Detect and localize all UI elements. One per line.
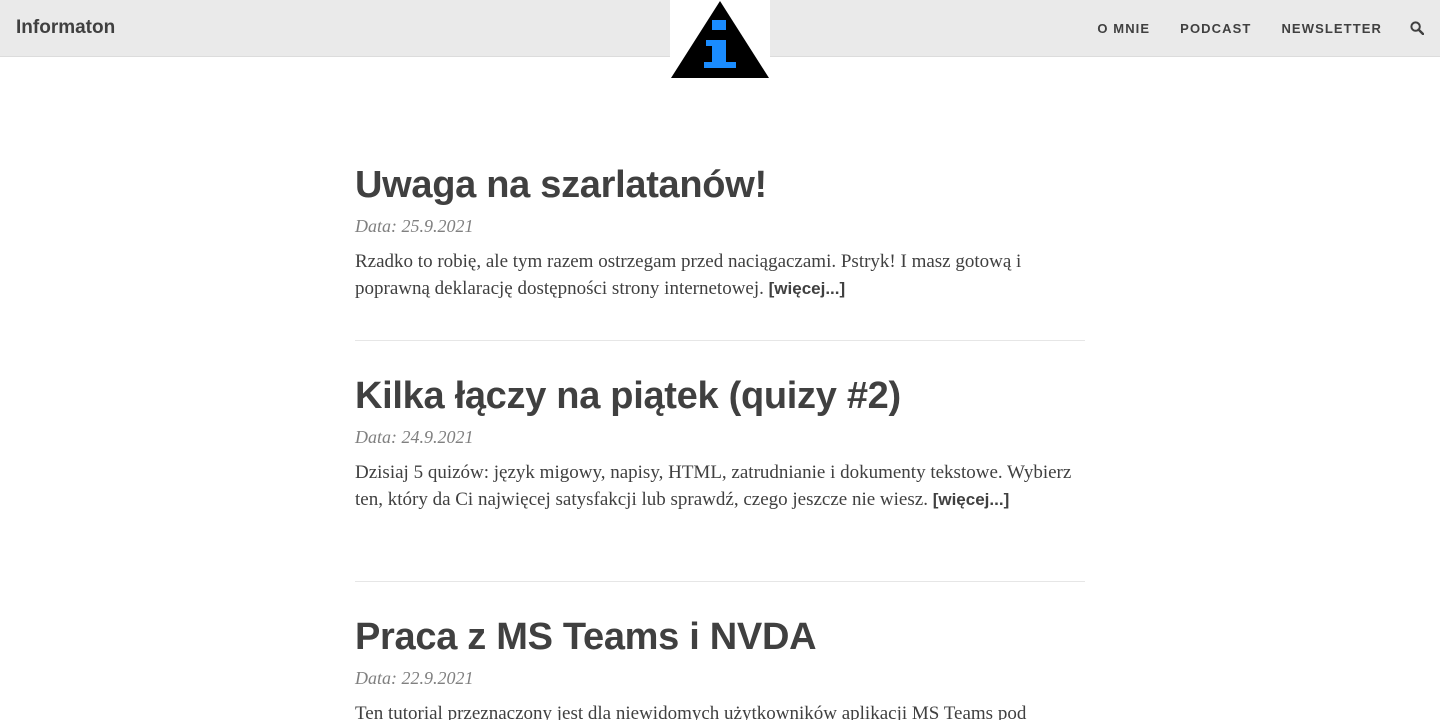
post-excerpt: Rzadko to robię, ale tym razem ostrzegam…: [355, 248, 1085, 302]
post-title-link[interactable]: Praca z MS Teams i NVDA: [355, 612, 1085, 662]
post-date: Data: 22.9.2021: [355, 668, 474, 688]
site-brand-link[interactable]: Informaton: [16, 15, 115, 41]
post-date: Data: 24.9.2021: [355, 427, 474, 447]
main-nav: O MNIE PODCAST NEWSLETTER: [1067, 0, 1440, 56]
read-more-link[interactable]: [więcej...]: [933, 490, 1010, 509]
read-more-link[interactable]: [więcej...]: [769, 279, 846, 298]
site-logo[interactable]: [670, 0, 770, 80]
info-triangle-logo: [671, 1, 769, 78]
post-list: Uwaga na szarlatanów! Data: 25.9.2021 Rz…: [355, 160, 1085, 720]
post-date: Data: 25.9.2021: [355, 216, 474, 236]
nav-link-o-mnie[interactable]: O MNIE: [1097, 21, 1150, 36]
post-preview: Uwaga na szarlatanów! Data: 25.9.2021 Rz…: [355, 160, 1085, 341]
nav-link-podcast[interactable]: PODCAST: [1180, 21, 1251, 36]
post-title-link[interactable]: Kilka łączy na piątek (quizy #2): [355, 371, 1085, 421]
post-title-link[interactable]: Uwaga na szarlatanów!: [355, 160, 1085, 210]
search-icon[interactable]: [1410, 21, 1425, 36]
post-excerpt: Ten tutorial przeznaczony jest dla niewi…: [355, 700, 1085, 720]
post-excerpt-text: Rzadko to robię, ale tym razem ostrzegam…: [355, 251, 1022, 299]
post-preview: Kilka łączy na piątek (quizy #2) Data: 2…: [355, 371, 1085, 582]
post-excerpt: Dzisiaj 5 quizów: język migowy, napisy, …: [355, 459, 1085, 513]
post-preview: Praca z MS Teams i NVDA Data: 22.9.2021 …: [355, 612, 1085, 720]
nav-link-newsletter[interactable]: NEWSLETTER: [1281, 21, 1382, 36]
post-excerpt-text: Ten tutorial przeznaczony jest dla niewi…: [355, 703, 1027, 720]
